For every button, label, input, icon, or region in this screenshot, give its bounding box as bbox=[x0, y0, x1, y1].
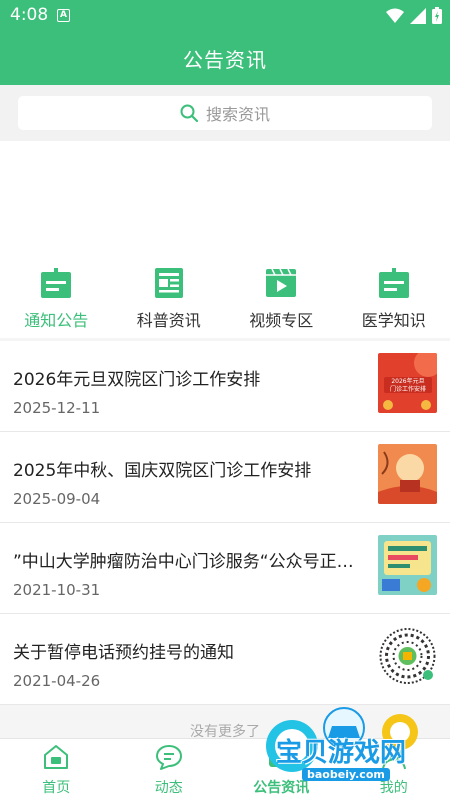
article-title: 2026年元旦双院区门诊工作安排 bbox=[13, 370, 261, 390]
article-date: 2021-04-26 bbox=[13, 672, 101, 690]
notification-a-icon: A bbox=[57, 9, 70, 22]
category-nav: 通知公告 科普资讯 视频专区 医学知识 bbox=[0, 256, 450, 338]
status-bar: 4:08 A bbox=[0, 0, 450, 30]
home-icon bbox=[41, 743, 71, 771]
article-list: 2026年元旦双院区门诊工作安排 2025-12-11 2026年元旦 门诊工作安… bbox=[0, 341, 450, 705]
notice-board-icon bbox=[39, 266, 73, 300]
status-time: 4:08 bbox=[10, 5, 49, 25]
article-date: 2025-12-11 bbox=[13, 399, 101, 417]
newspaper-icon bbox=[152, 266, 186, 300]
page-title: 公告资讯 bbox=[183, 48, 267, 72]
article-thumbnail bbox=[378, 535, 437, 595]
category-label: 科普资讯 bbox=[136, 311, 201, 330]
search-input[interactable]: 搜索资讯 bbox=[18, 96, 432, 130]
signal-icon bbox=[410, 7, 426, 24]
list-item[interactable]: 2025年中秋、国庆双院区门诊工作安排 2025-09-04 bbox=[0, 432, 450, 523]
search-placeholder: 搜索资讯 bbox=[205, 105, 270, 124]
list-item[interactable]: ”中山大学肿瘤防治中心门诊服务“公众号正式上线 2021-10-31 bbox=[0, 523, 450, 614]
category-label: 视频专区 bbox=[249, 311, 314, 330]
tab-label: 动态 bbox=[154, 780, 183, 796]
app-header: 4:08 A 公告资讯 bbox=[0, 0, 450, 85]
article-thumbnail: 2026年元旦 门诊工作安排 bbox=[378, 353, 437, 413]
tab-home[interactable]: 首页 bbox=[0, 739, 113, 800]
watermark-text: 宝贝游戏网 bbox=[276, 738, 407, 768]
medical-board-icon bbox=[377, 266, 411, 300]
list-item[interactable]: 关于暂停电话预约挂号的通知 2021-04-26 bbox=[0, 614, 450, 705]
video-icon bbox=[264, 266, 298, 300]
tab-dynamics[interactable]: 动态 bbox=[113, 739, 226, 800]
category-label: 医学知识 bbox=[361, 311, 426, 330]
article-title: 关于暂停电话预约挂号的通知 bbox=[13, 643, 234, 663]
banner-area bbox=[0, 141, 450, 256]
category-medical[interactable]: 医学知识 bbox=[338, 256, 450, 338]
article-title: 2025年中秋、国庆双院区门诊工作安排 bbox=[13, 461, 312, 481]
article-thumbnail bbox=[378, 444, 437, 504]
site-watermark: 宝贝游戏网 baobeiy.com bbox=[254, 698, 450, 800]
watermark-url: baobeiy.com bbox=[302, 768, 390, 781]
svg-text:2026年元旦: 2026年元旦 bbox=[391, 377, 424, 385]
article-date: 2021-10-31 bbox=[13, 581, 101, 599]
list-item[interactable]: 2026年元旦双院区门诊工作安排 2025-12-11 2026年元旦 门诊工作安… bbox=[0, 341, 450, 432]
svg-text:门诊工作安排: 门诊工作安排 bbox=[390, 385, 426, 393]
category-video[interactable]: 视频专区 bbox=[225, 256, 338, 338]
search-area: 搜索资讯 bbox=[0, 85, 450, 141]
article-title: ”中山大学肿瘤防治中心门诊服务“公众号正式上线 bbox=[13, 552, 363, 572]
category-science[interactable]: 科普资讯 bbox=[113, 256, 226, 338]
qr-code-thumbnail bbox=[378, 626, 437, 686]
tab-label: 首页 bbox=[42, 780, 71, 796]
wifi-icon bbox=[386, 8, 404, 23]
chat-bubble-icon bbox=[154, 743, 184, 771]
battery-icon bbox=[432, 7, 442, 24]
search-icon bbox=[180, 104, 198, 122]
category-notice[interactable]: 通知公告 bbox=[0, 256, 113, 338]
article-date: 2025-09-04 bbox=[13, 490, 101, 508]
category-label: 通知公告 bbox=[24, 311, 89, 330]
system-icons bbox=[386, 7, 442, 24]
